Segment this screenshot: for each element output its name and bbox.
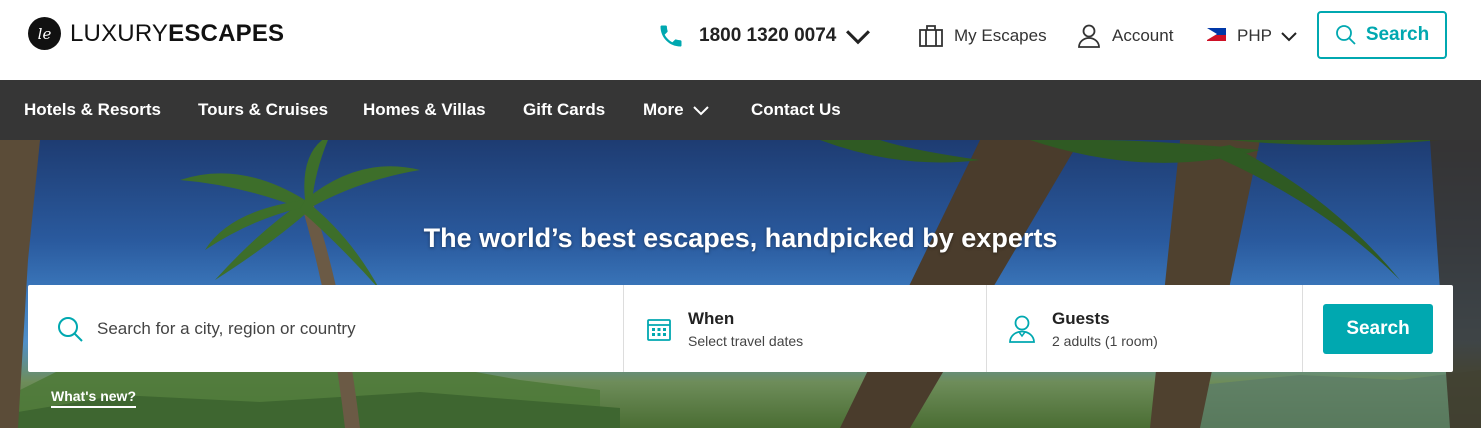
nav-more-label: More [643, 100, 684, 119]
my-escapes-label: My Escapes [954, 26, 1047, 45]
nav-hotels-resorts[interactable]: Hotels & Resorts [24, 80, 161, 140]
suitcase-icon [919, 25, 943, 47]
travel-dates-field[interactable]: When Select travel dates [624, 285, 987, 372]
hero-banner: The world’s best escapes, handpicked by … [0, 140, 1481, 428]
calendar-icon [647, 318, 671, 341]
search-panel: Search for a city, region or country Whe… [28, 285, 1453, 372]
phone-number: 1800 1320 0074 [699, 25, 837, 46]
travel-dates-text: When Select travel dates [688, 309, 803, 349]
phone-icon [660, 25, 682, 47]
currency-label: PHP [1237, 26, 1272, 45]
account-link[interactable]: Account [1076, 22, 1173, 50]
my-escapes-link[interactable]: My Escapes [918, 22, 1047, 50]
guests-label: Guests [1052, 308, 1110, 328]
search-icon [1335, 25, 1356, 45]
top-header: le LUXURYESCAPES 1800 1320 0074 My Escap… [0, 0, 1481, 80]
when-value: Select travel dates [688, 332, 804, 349]
nav-tours-cruises[interactable]: Tours & Cruises [198, 80, 328, 140]
brand-name: LUXURYESCAPES [70, 19, 285, 47]
philippines-flag-icon [1207, 28, 1226, 41]
whats-new-link[interactable]: What's new? [51, 388, 136, 408]
chevron-down-icon [1281, 32, 1297, 42]
search-icon [58, 316, 83, 342]
brand-logo[interactable]: le LUXURYESCAPES [28, 17, 284, 50]
chevron-down-icon [692, 106, 709, 116]
header-search-button[interactable]: Search [1317, 11, 1447, 59]
header-search-label: Search [1365, 24, 1430, 45]
phone-dropdown[interactable]: 1800 1320 0074 [657, 22, 872, 50]
when-label: When [688, 308, 735, 328]
nav-gift-cards[interactable]: Gift Cards [523, 80, 605, 140]
nav-more[interactable]: More [643, 80, 710, 140]
logo-mark-icon: le [28, 17, 61, 50]
hero-background-image [0, 140, 1481, 428]
nav-homes-villas[interactable]: Homes & Villas [363, 80, 486, 140]
guests-field[interactable]: Guests 2 adults (1 room) [987, 285, 1303, 372]
destination-placeholder: Search for a city, region or country [97, 318, 356, 338]
guests-value: 2 adults (1 room) [1052, 332, 1158, 349]
guest-user-icon [1009, 315, 1035, 343]
account-label: Account [1112, 26, 1174, 45]
chevron-down-icon [846, 30, 871, 45]
destination-search-field[interactable]: Search for a city, region or country [28, 285, 624, 372]
currency-selector[interactable]: PHP [1207, 22, 1298, 50]
main-nav: Hotels & Resorts Tours & Cruises Homes &… [0, 80, 1481, 140]
user-icon [1078, 24, 1100, 48]
hero-headline: The world’s best escapes, handpicked by … [423, 223, 1058, 253]
guests-text: Guests 2 adults (1 room) [1052, 309, 1158, 349]
nav-contact-us[interactable]: Contact Us [751, 80, 841, 140]
search-button-wrap: Search [1303, 285, 1453, 372]
search-submit-button[interactable]: Search [1323, 303, 1433, 354]
